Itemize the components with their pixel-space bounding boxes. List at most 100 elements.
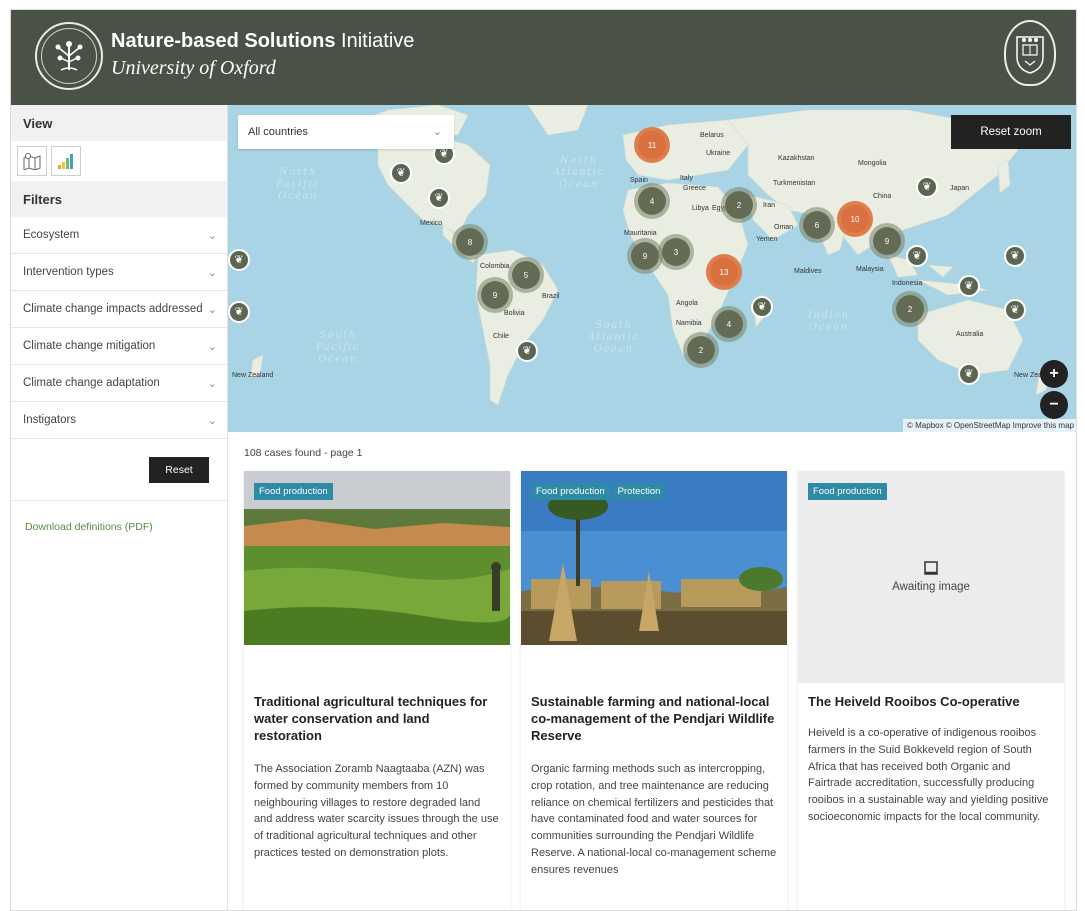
- cluster-marker[interactable]: 13: [706, 254, 742, 290]
- country-select[interactable]: All countries ⌄: [238, 115, 454, 149]
- place-label: Kazakhstan: [778, 155, 815, 162]
- case-image-placeholder: Awaiting image: [798, 471, 1064, 683]
- nbs-logo[interactable]: [35, 22, 103, 90]
- map[interactable]: North Pacific Ocean North Atlantic Ocean Sou…: [228, 105, 1076, 432]
- leaf-icon: ❦: [757, 300, 767, 313]
- case-marker[interactable]: ❦: [958, 363, 980, 385]
- awaiting-image-label: Awaiting image: [892, 581, 970, 593]
- tag-badge[interactable]: Food production: [808, 483, 887, 500]
- case-marker[interactable]: ❦: [1004, 299, 1026, 321]
- case-marker[interactable]: ❦: [1004, 245, 1026, 267]
- filter-ecosystem[interactable]: Ecosystem ⌄: [11, 217, 227, 254]
- reset-button[interactable]: Reset: [149, 457, 209, 483]
- cluster-marker[interactable]: 2: [683, 332, 719, 368]
- filter-instigators[interactable]: Instigators ⌄: [11, 402, 227, 439]
- cluster-marker[interactable]: 3: [658, 234, 694, 270]
- leaf-icon: ❦: [234, 253, 244, 266]
- place-label: Mauritania: [624, 230, 657, 237]
- place-label: Indonesia: [892, 280, 923, 287]
- ocean-label: North Atlantic Ocean: [553, 155, 605, 190]
- filter-intervention-types[interactable]: Intervention types ⌄: [11, 254, 227, 291]
- zoom-in-button[interactable]: +: [1040, 360, 1068, 388]
- filter-label: Ecosystem: [23, 229, 80, 241]
- cluster-marker[interactable]: 5: [508, 257, 544, 293]
- view-heading: View: [11, 105, 227, 141]
- place-label: Yemen: [756, 236, 778, 243]
- chevron-down-icon: ⌄: [432, 126, 442, 138]
- place-label: Ukraine: [706, 150, 731, 157]
- chevron-down-icon: ⌄: [207, 303, 217, 316]
- oxford-crest-icon[interactable]: [1004, 20, 1056, 86]
- place-label: Australia: [956, 331, 984, 338]
- site-title[interactable]: Nature-based Solutions Initiative: [111, 30, 414, 53]
- case-card[interactable]: Awaiting image Food production The Heive…: [798, 471, 1064, 910]
- cluster-marker[interactable]: 4: [711, 306, 747, 342]
- tag-list: Food production: [808, 483, 887, 500]
- place-label: Japan: [950, 185, 970, 192]
- ocean-label: North Pacific Ocean: [276, 167, 321, 202]
- tag-badge[interactable]: Food production: [254, 483, 333, 500]
- case-title[interactable]: The Heiveld Rooibos Co-operative: [808, 693, 1054, 710]
- map-view-button[interactable]: [17, 146, 47, 176]
- place-label: New Zealand: [232, 372, 274, 379]
- cluster-marker[interactable]: 9: [869, 223, 905, 259]
- leaf-icon: ❦: [1010, 249, 1020, 262]
- map-attribution[interactable]: © Mapbox © OpenStreetMap Improve this ma…: [903, 419, 1076, 432]
- case-marker[interactable]: ❦: [916, 176, 938, 198]
- cluster-marker[interactable]: 6: [799, 207, 835, 243]
- case-marker[interactable]: ❦: [428, 187, 450, 209]
- place-label: Spain: [630, 177, 648, 184]
- place-label: Greece: [683, 185, 706, 192]
- case-marker[interactable]: ❦: [958, 275, 980, 297]
- zoom-out-button[interactable]: −: [1040, 391, 1068, 419]
- case-card[interactable]: Food production Protection Sustainable f…: [521, 471, 787, 910]
- cluster-marker[interactable]: 9: [477, 277, 513, 313]
- chevron-down-icon: ⌄: [207, 229, 217, 242]
- reset-area: Reset: [11, 439, 227, 501]
- download-definitions-link[interactable]: Download definitions (PDF): [25, 521, 153, 533]
- case-marker[interactable]: ❦: [751, 296, 773, 318]
- results-count: 108 cases found - page 1: [244, 447, 363, 459]
- case-marker[interactable]: ❦: [228, 301, 250, 323]
- leaf-icon: ❦: [922, 180, 932, 193]
- filter-label: Instigators: [23, 414, 77, 426]
- leaf-icon: ❦: [396, 166, 406, 179]
- cluster-marker[interactable]: 8: [452, 224, 488, 260]
- cluster-marker[interactable]: 11: [634, 127, 670, 163]
- cluster-marker[interactable]: 2: [892, 291, 928, 327]
- case-marker[interactable]: ❦: [390, 162, 412, 184]
- place-label: Malaysia: [856, 266, 884, 273]
- ocean-label: South Pacific Ocean: [316, 330, 361, 365]
- sidebar: View Filters Ecosystem ⌄ Intervention ty…: [11, 105, 228, 910]
- case-marker[interactable]: ❦: [516, 340, 538, 362]
- country-select-value: All countries: [248, 126, 308, 138]
- filter-climate-adaptation[interactable]: Climate change adaptation ⌄: [11, 365, 227, 402]
- chevron-down-icon: ⌄: [207, 414, 217, 427]
- tag-badge[interactable]: Food production: [531, 483, 610, 500]
- case-title[interactable]: Traditional agricultural techniques for …: [254, 693, 500, 744]
- chart-view-button[interactable]: [51, 146, 81, 176]
- leaf-icon: ❦: [964, 279, 974, 292]
- cluster-marker[interactable]: 10: [837, 201, 873, 237]
- filter-climate-impacts[interactable]: Climate change impacts addressed ⌄: [11, 291, 227, 328]
- reset-zoom-button[interactable]: Reset zoom: [951, 115, 1071, 149]
- site-subtitle: University of Oxford: [111, 57, 276, 79]
- place-label: Iran: [763, 202, 776, 209]
- tag-badge[interactable]: Protection: [612, 483, 666, 500]
- place-label: Libya: [692, 205, 709, 212]
- filter-climate-mitigation[interactable]: Climate change mitigation ⌄: [11, 328, 227, 365]
- case-marker[interactable]: ❦: [906, 245, 928, 267]
- ocean-label: Indian Ocean: [808, 310, 850, 333]
- site-header: Nature-based Solutions Initiative Univer…: [11, 10, 1076, 105]
- place-label: Namibia: [676, 320, 702, 327]
- case-title[interactable]: Sustainable farming and national-local c…: [531, 693, 777, 744]
- place-label: Angola: [676, 300, 698, 307]
- cluster-marker[interactable]: 2: [721, 187, 757, 223]
- case-summary: Organic farming methods such as intercro…: [531, 763, 777, 876]
- filter-label: Climate change mitigation: [23, 340, 156, 352]
- case-marker[interactable]: ❦: [228, 249, 250, 271]
- case-card[interactable]: Food production Traditional agricultural…: [244, 471, 510, 910]
- filters-heading: Filters: [11, 181, 227, 217]
- cluster-marker[interactable]: 4: [634, 183, 670, 219]
- place-label: Italy: [680, 175, 693, 182]
